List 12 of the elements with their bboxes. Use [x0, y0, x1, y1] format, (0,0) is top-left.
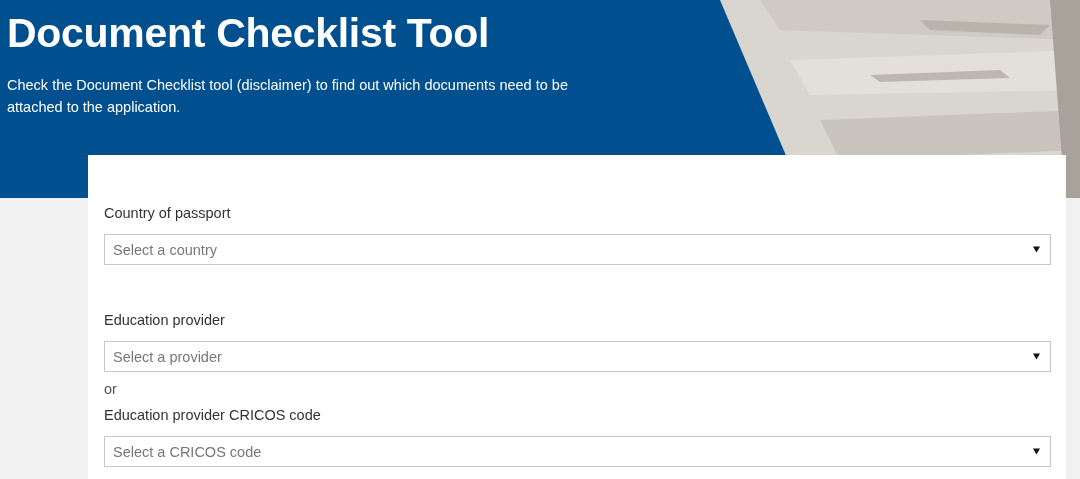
dropdown-field[interactable]: Select a CRICOS code — [104, 436, 1051, 467]
caret-icon — [1033, 448, 1040, 455]
page-title: Document Checklist Tool — [7, 9, 491, 58]
field-label: Education provider — [104, 311, 226, 329]
caret-icon — [1033, 353, 1040, 360]
dropdown-field[interactable]: Select a country — [104, 234, 1051, 265]
caret-icon — [1033, 246, 1040, 253]
or-text: or — [104, 381, 117, 397]
dropdown-field[interactable]: Select a provider — [104, 341, 1051, 372]
intro-text: Check the Document Checklist tool (disclaimer) to find out which documents need to be attached to the application. — [7, 76, 569, 117]
field-label: Education provider CRICOS code — [104, 406, 322, 424]
field-label: Country of passport — [104, 204, 232, 222]
